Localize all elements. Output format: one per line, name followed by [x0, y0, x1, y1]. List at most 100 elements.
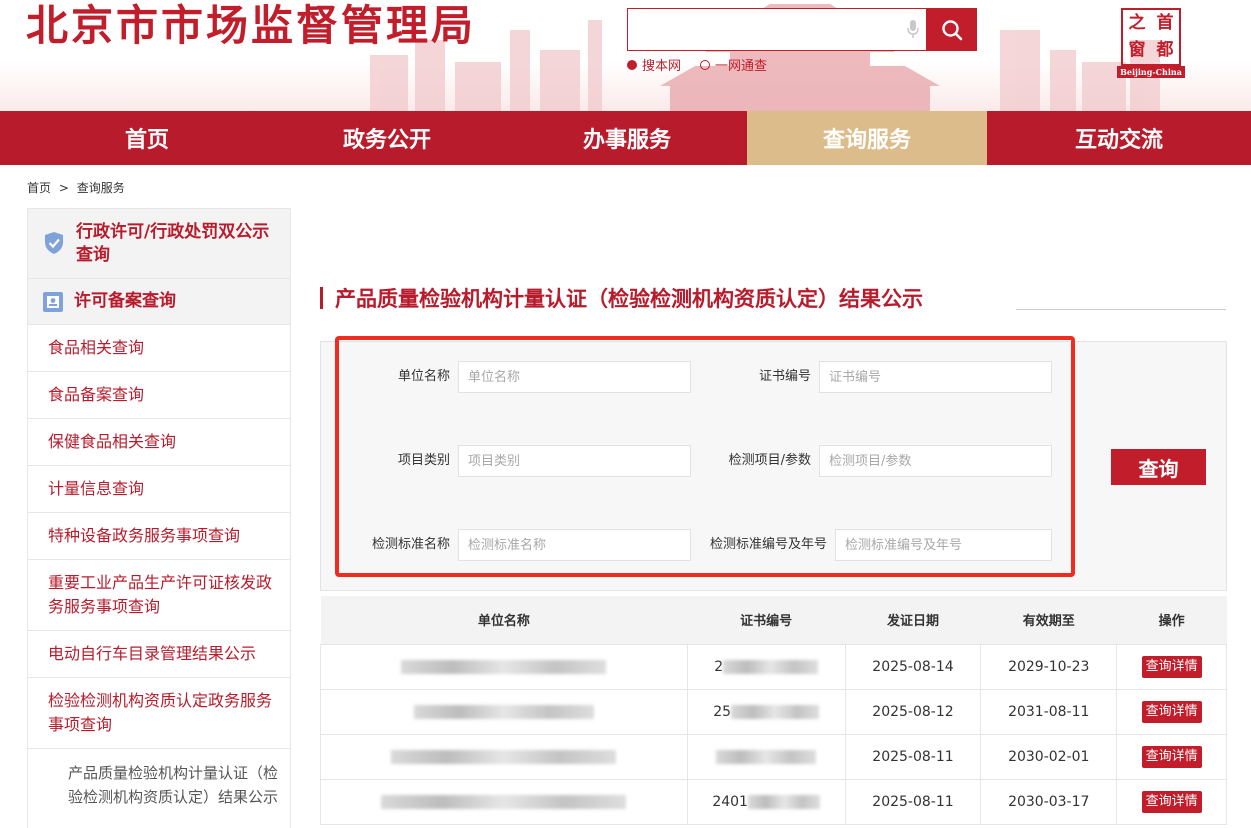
title-divider	[1016, 309, 1226, 310]
nav-item-query-services[interactable]: 查询服务	[747, 111, 987, 165]
logo-char: 首	[1156, 13, 1174, 33]
redacted-text	[413, 704, 594, 719]
column-header-unit-name: 单位名称	[320, 596, 688, 644]
sidebar-item-industrial-license[interactable]: 重要工业产品生产许可证核发政务服务事项查询	[28, 560, 290, 631]
search-icon	[942, 19, 963, 40]
sidebar-item-e-bike-catalog[interactable]: 电动自行车目录管理结果公示	[28, 631, 290, 678]
capital-window-logo[interactable]: 之 首 窗 都 Beijing-China	[1117, 8, 1185, 78]
cell-action: 查询详情	[1116, 778, 1227, 825]
logo-char: 窗	[1128, 40, 1146, 60]
sidebar-item-metrology[interactable]: 计量信息查询	[28, 466, 290, 513]
redacted-text	[381, 794, 627, 809]
page-title-text: 产品质量检验机构计量认证（检验检测机构资质认定）结果公示	[335, 287, 923, 311]
column-header-valid-until: 有效期至	[980, 596, 1117, 644]
sidebar-item-inspection-qualification[interactable]: 检验检测机构资质认定政务服务事项查询	[28, 678, 290, 749]
breadcrumb-home-link[interactable]: 首页	[27, 181, 51, 195]
sidebar-item-food-filing[interactable]: 食品备案查询	[28, 372, 290, 419]
sidebar-subitem-cma-results[interactable]: 产品质量检验机构计量认证（检验检测机构资质认定）结果公示	[28, 749, 290, 809]
logo-char: 都	[1156, 40, 1174, 60]
standard-name-label: 检测标准名称	[371, 537, 450, 552]
project-type-input[interactable]	[458, 445, 691, 477]
page-title: 产品质量检验机构计量认证（检验检测机构资质认定）结果公示	[320, 283, 923, 313]
cell-unit-name	[320, 778, 688, 825]
logo-caption: Beijing-China	[1117, 66, 1185, 78]
view-details-button[interactable]: 查询详情	[1141, 790, 1202, 813]
column-header-cert-no: 证书编号	[687, 596, 846, 644]
breadcrumb: 首页 > 查询服务	[27, 179, 125, 196]
standard-no-input[interactable]	[835, 529, 1052, 561]
standard-name-input[interactable]	[458, 529, 691, 561]
sidebar-section-dual-publicity[interactable]: 行政许可/行政处罚双公示查询	[28, 209, 290, 279]
shield-check-icon	[45, 232, 63, 254]
cell-unit-name	[320, 733, 688, 780]
sidebar-section-permit-filing[interactable]: 许可备案查询	[28, 279, 290, 325]
cell-action: 查询详情	[1116, 733, 1227, 780]
sidebar-item-health-food[interactable]: 保健食品相关查询	[28, 419, 290, 466]
logo-char: 之	[1128, 13, 1146, 33]
redacted-text	[391, 749, 617, 764]
nav-item-government-affairs[interactable]: 政务公开	[267, 111, 507, 165]
cell-cert-no: 2	[686, 643, 846, 690]
unit-name-input[interactable]	[458, 361, 691, 393]
unit-name-label: 单位名称	[397, 369, 450, 384]
cell-unit-name	[320, 643, 688, 690]
sidebar: 行政许可/行政处罚双公示查询 许可备案查询 食品相关查询 食品备案查询 保健食品…	[27, 208, 291, 828]
test-item-label: 检测项目/参数	[728, 453, 811, 468]
main-nav: 首页 政务公开 办事服务 查询服务 互动交流	[0, 111, 1251, 165]
cert-no-label: 证书编号	[758, 369, 811, 384]
view-details-button[interactable]: 查询详情	[1141, 700, 1202, 723]
view-details-button[interactable]: 查询详情	[1141, 655, 1202, 678]
cert-no-input[interactable]	[819, 361, 1052, 393]
view-details-button[interactable]: 查询详情	[1141, 745, 1202, 768]
scope-option-all-label: 一网通查	[715, 59, 768, 74]
test-item-input[interactable]	[819, 445, 1052, 477]
cell-valid-until: 2031-08-11	[980, 688, 1118, 735]
table-row: 2 2025-08-14 2029-10-23 查询详情	[320, 643, 1227, 690]
standard-no-label: 检测标准编号及年号	[709, 537, 827, 552]
cell-valid-until: 2030-02-01	[980, 733, 1118, 780]
breadcrumb-current[interactable]: 查询服务	[77, 181, 125, 195]
redacted-text	[401, 659, 607, 674]
nav-item-home[interactable]: 首页	[0, 111, 267, 165]
cert-no-prefix: 2	[714, 658, 724, 675]
cell-action: 查询详情	[1116, 643, 1227, 690]
scope-option-site[interactable]: 搜本网	[627, 55, 681, 74]
cell-cert-no: 2401	[686, 778, 846, 825]
column-header-action: 操作	[1116, 596, 1227, 644]
cell-issue-date: 2025-08-11	[844, 778, 982, 825]
column-header-issue-date: 发证日期	[845, 596, 981, 644]
table-header-row: 单位名称 证书编号 发证日期 有效期至 操作	[320, 596, 1227, 644]
cert-no-prefix: 2401	[712, 793, 748, 810]
site-title: 北京市市场监督管理局	[26, 1, 477, 50]
title-accent-bar	[320, 287, 323, 309]
table-row: 2025-08-11 2030-02-01 查询详情	[320, 733, 1227, 780]
redacted-text	[716, 749, 817, 764]
sidebar-item-special-equipment[interactable]: 特种设备政务服务事项查询	[28, 513, 290, 560]
cell-action: 查询详情	[1116, 688, 1227, 735]
search-button[interactable]	[927, 8, 977, 51]
microphone-icon[interactable]	[906, 19, 920, 39]
radio-unselected-icon	[700, 59, 710, 70]
permit-document-icon	[43, 291, 63, 312]
cell-issue-date: 2025-08-12	[844, 688, 982, 735]
cert-no-prefix: 25	[713, 703, 732, 720]
cell-unit-name	[320, 688, 688, 735]
redacted-text	[747, 794, 820, 809]
table-row: 2401 2025-08-11 2030-03-17 查询详情	[320, 778, 1227, 825]
site-header: 北京市市场监督管理局 搜本网 一网通查 之 首 窗 都 Beijing-Chin…	[0, 0, 1251, 111]
project-type-label: 项目类别	[397, 453, 450, 468]
redacted-text	[723, 659, 819, 674]
cell-valid-until: 2029-10-23	[980, 643, 1118, 690]
search-input[interactable]	[627, 8, 927, 51]
cell-cert-no	[686, 733, 846, 780]
scope-option-all[interactable]: 一网通查	[700, 55, 767, 74]
redacted-text	[731, 704, 820, 719]
breadcrumb-separator: >	[58, 181, 69, 195]
sidebar-item-food[interactable]: 食品相关查询	[28, 325, 290, 372]
nav-item-services[interactable]: 办事服务	[507, 111, 747, 165]
query-button[interactable]: 查询	[1111, 449, 1206, 485]
sidebar-section-label: 行政许可/行政处罚双公示查询	[76, 222, 270, 265]
cell-issue-date: 2025-08-11	[844, 733, 982, 780]
nav-item-interaction[interactable]: 互动交流	[987, 111, 1251, 165]
cell-issue-date: 2025-08-14	[844, 643, 982, 690]
